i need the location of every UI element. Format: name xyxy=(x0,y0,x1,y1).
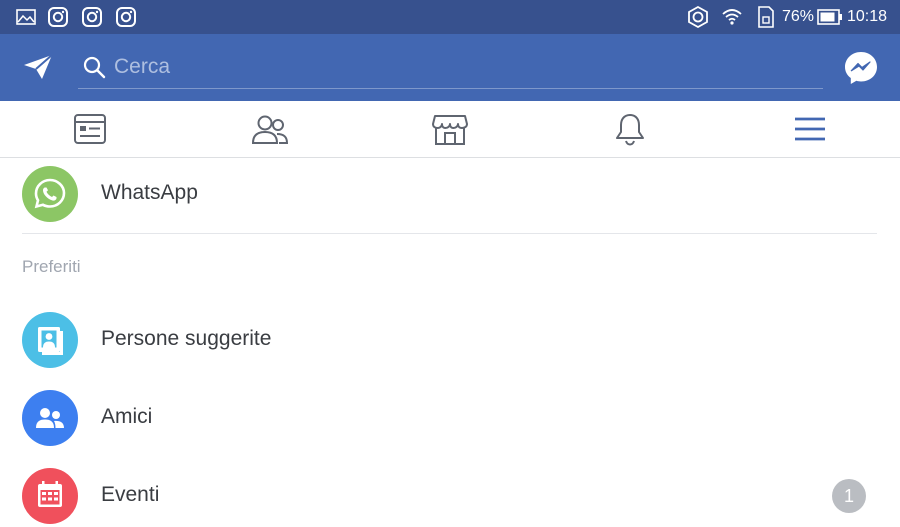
whatsapp-avatar xyxy=(22,166,78,222)
suggested-people-icon xyxy=(38,327,63,355)
whatsapp-icon xyxy=(34,178,66,209)
sim-icon xyxy=(758,6,774,28)
menu-item-events[interactable]: Eventi xyxy=(0,465,900,527)
menu-item-label: Persone suggerite xyxy=(101,327,272,350)
sync-icon xyxy=(688,6,708,28)
wifi-icon xyxy=(722,9,742,25)
menu-item-label: Eventi xyxy=(101,483,160,506)
marketplace-icon xyxy=(432,115,468,145)
tab-menu[interactable] xyxy=(780,101,840,157)
menu-item-friends[interactable]: Amici xyxy=(0,387,900,449)
favorites-section-title: Preferiti xyxy=(22,257,81,276)
hamburger-menu-icon xyxy=(795,117,825,141)
battery-percent: 76% xyxy=(782,8,815,25)
menu-item-label: Amici xyxy=(101,405,153,428)
instagram-icon xyxy=(82,7,102,27)
events-avatar xyxy=(22,468,78,524)
send-icon[interactable] xyxy=(22,53,54,81)
friends-avatar xyxy=(22,390,78,446)
friends-icon xyxy=(251,115,289,144)
instagram-icon xyxy=(116,7,136,27)
tab-friends[interactable] xyxy=(240,101,300,157)
gallery-icon xyxy=(16,9,36,25)
bell-icon xyxy=(616,114,644,146)
tab-bar xyxy=(0,101,900,158)
status-bar: 76% 10:18 xyxy=(0,0,900,34)
messenger-icon[interactable] xyxy=(843,50,879,86)
divider xyxy=(22,233,877,234)
menu-item-whatsapp[interactable]: WhatsApp xyxy=(0,163,900,225)
tab-marketplace[interactable] xyxy=(420,101,480,157)
events-count-badge: 1 xyxy=(832,479,866,513)
clock: 10:18 xyxy=(847,8,888,25)
battery-icon xyxy=(817,9,842,25)
search-input[interactable] xyxy=(114,52,794,82)
menu-item-label: WhatsApp xyxy=(101,181,198,204)
tab-news-feed[interactable] xyxy=(60,101,120,157)
menu-item-suggested-people[interactable]: Persone suggerite xyxy=(0,309,900,371)
news-feed-icon xyxy=(74,114,106,144)
friends-icon xyxy=(36,408,64,428)
search-box[interactable] xyxy=(78,46,823,89)
search-icon xyxy=(83,56,106,79)
suggested-people-avatar xyxy=(22,312,78,368)
calendar-icon xyxy=(38,481,62,507)
instagram-icon xyxy=(48,7,68,27)
app-header xyxy=(0,34,900,101)
tab-notifications[interactable] xyxy=(600,101,660,157)
